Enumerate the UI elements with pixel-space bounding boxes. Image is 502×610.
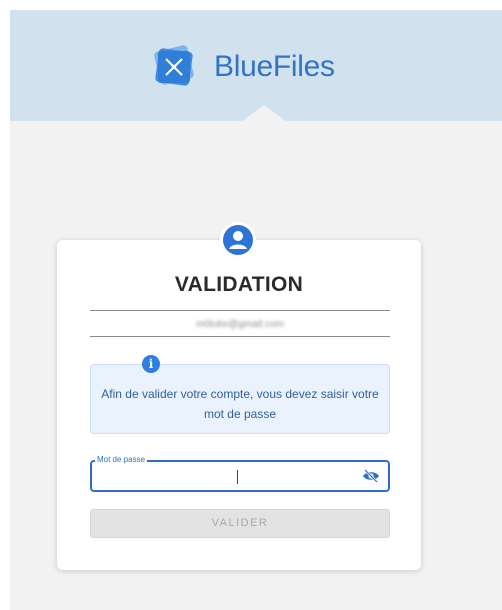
header-notch (242, 105, 286, 121)
bluefiles-logo-icon (148, 44, 200, 90)
user-avatar-icon (220, 222, 256, 258)
divider-bottom (90, 336, 390, 337)
email-text: m0luke@gmail.com (196, 318, 284, 330)
eye-slash-icon[interactable] (362, 469, 380, 483)
password-input[interactable] (100, 466, 350, 488)
account-email: m0luke@gmail.com (90, 315, 390, 333)
info-icon: i (142, 355, 160, 373)
password-label: Mot de passe (95, 455, 148, 465)
validate-button[interactable]: VALIDER (90, 509, 390, 538)
divider-top (90, 310, 390, 311)
info-message-text: Afin de valider votre compte, vous devez… (101, 387, 379, 421)
card-title: VALIDATION (174, 273, 304, 296)
brand-name: BlueFiles (214, 50, 335, 83)
brand: BlueFiles (148, 44, 335, 90)
header-banner: BlueFiles (10, 10, 502, 121)
text-caret (237, 470, 238, 484)
